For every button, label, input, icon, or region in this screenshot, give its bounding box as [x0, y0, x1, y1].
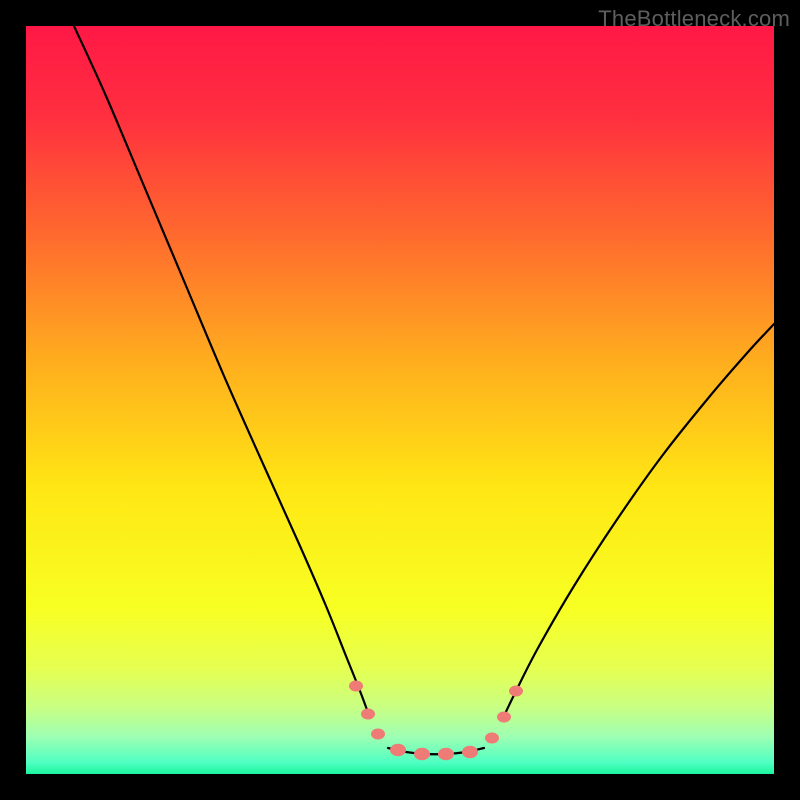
marker-dot [390, 744, 406, 756]
marker-dot [361, 709, 375, 720]
plot-area [26, 26, 774, 774]
marker-dot [462, 746, 478, 758]
marker-dot [497, 712, 511, 723]
marker-dot [438, 748, 454, 760]
chart-svg [26, 26, 774, 774]
marker-dot [371, 729, 385, 740]
marker-dot [509, 686, 523, 697]
marker-dot [485, 733, 499, 744]
outer-frame: TheBottleneck.com [0, 0, 800, 800]
marker-dot [414, 748, 430, 760]
marker-dot [349, 681, 363, 692]
gradient-background [26, 26, 774, 774]
